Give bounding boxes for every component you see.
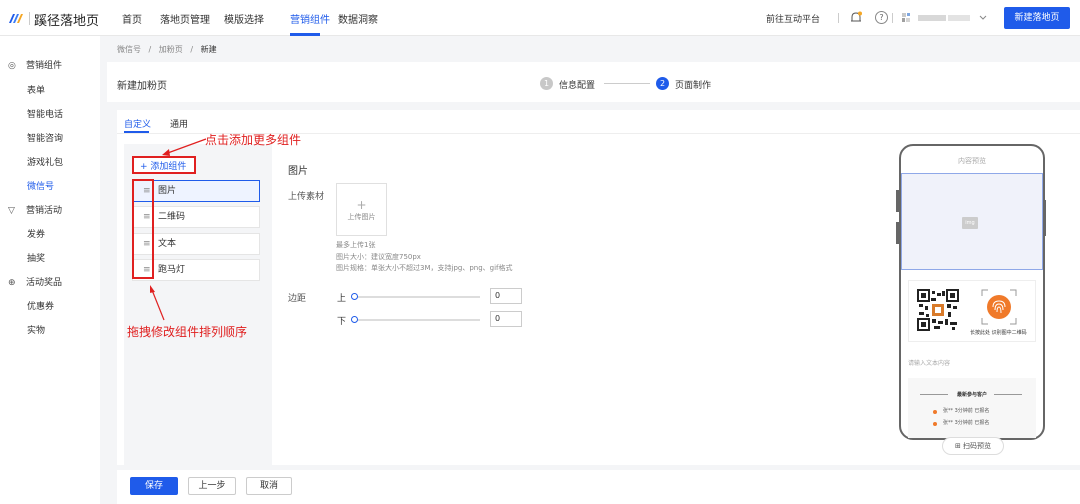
breadcrumb-separator: /	[148, 45, 152, 54]
margin-bottom-input[interactable]: 0	[490, 311, 522, 327]
prev-step-button[interactable]: 上一步	[188, 477, 236, 495]
tab-general[interactable]: 通用	[170, 117, 188, 130]
sidebar-item-smart-consult[interactable]: 智能咨询	[27, 131, 63, 144]
divider	[892, 13, 893, 23]
plus-icon: +	[356, 198, 367, 212]
upload-hint-count: 最多上传1张	[336, 241, 376, 249]
margin-top-label: 上	[337, 294, 347, 304]
target-icon: ◎	[8, 61, 16, 71]
brand-name[interactable]: 蹊径落地页	[34, 10, 99, 29]
breadcrumb-separator: /	[190, 45, 194, 54]
upload-label: 上传素材	[288, 192, 325, 202]
sidebar-item-smart-phone[interactable]: 智能电话	[27, 107, 63, 120]
margin-top-slider[interactable]	[354, 296, 480, 298]
user-account-avatar[interactable]	[900, 11, 990, 25]
scan-preview-button[interactable]: ⊞ 扫码预览	[942, 437, 1004, 455]
qr-code-icon	[917, 289, 959, 331]
upload-hint-size: 图片大小：建议宽度750px	[336, 253, 421, 261]
phone-button	[896, 222, 899, 244]
help-icon[interactable]: ?	[875, 11, 888, 24]
breadcrumb-fan-page[interactable]: 加粉页	[159, 45, 183, 54]
annotation-add-more: 点击添加更多组件	[205, 133, 302, 147]
nav-page-management[interactable]: 落地页管理	[160, 11, 210, 26]
sidebar-item-coupon-issue[interactable]: 发券	[27, 227, 45, 240]
breadcrumb: 微信号 / 加粉页 / 新建	[117, 44, 217, 55]
cup-icon: ▽	[8, 206, 15, 216]
phone-button	[896, 190, 899, 212]
image-placeholder-icon: img	[962, 217, 978, 229]
step-2-number: 2	[656, 77, 669, 90]
top-nav-bar: 蹊径落地页 首页 落地页管理 模版选择 营销组件 数据洞察 前往互动平台 ? 新…	[0, 0, 1080, 36]
margin-bottom-slider[interactable]	[354, 319, 480, 321]
gift-icon: ⊕	[8, 278, 16, 288]
sidebar-item-form[interactable]: 表单	[27, 83, 45, 96]
status-dot	[933, 422, 937, 426]
bell-icon[interactable]	[850, 11, 862, 24]
margin-bottom-label: 下	[337, 317, 347, 327]
qr-scan-icon: ⊞	[954, 442, 964, 450]
sidebar-item-game-gift[interactable]: 游戏礼包	[27, 155, 63, 168]
nav-data-insights[interactable]: 数据洞察	[338, 11, 378, 26]
upload-hint-format: 图片规格：单张大小不超过3M，支持jpg、png、gif格式	[336, 264, 513, 272]
step-1-label: 信息配置	[559, 81, 596, 91]
nav-template-select[interactable]: 模版选择	[224, 11, 264, 26]
status-dot	[933, 410, 937, 414]
margin-top-input[interactable]: 0	[490, 288, 522, 304]
step-1-number: 1	[540, 77, 553, 90]
sidebar-item-lottery[interactable]: 抽奖	[27, 251, 45, 264]
qr-caption: 长按此处 识别图中二维码	[970, 330, 1027, 336]
preview-title: 内容预览	[958, 157, 986, 165]
recent-row: 张** 3分钟前 已报名	[943, 420, 990, 426]
sidebar-item-physical[interactable]: 实物	[27, 323, 45, 336]
margin-top-slider-handle[interactable]	[351, 293, 358, 300]
sidebar-item-coupons[interactable]: 优惠券	[27, 299, 54, 312]
upload-image-button[interactable]: + 上传图片	[336, 183, 387, 236]
fingerprint-icon	[981, 289, 1017, 325]
step-connector	[604, 83, 650, 84]
breadcrumb-wechat[interactable]: 微信号	[117, 45, 141, 54]
step-2-label: 页面制作	[675, 81, 712, 91]
save-button[interactable]: 保存	[130, 477, 178, 495]
nav-home[interactable]: 首页	[122, 11, 142, 26]
divider	[838, 13, 839, 23]
page-title: 新建加粉页	[117, 81, 167, 92]
margin-bottom-slider-handle[interactable]	[351, 316, 358, 323]
sidebar-group-marketing-activities[interactable]: ▽ 营销活动	[8, 203, 62, 216]
sidebar-group-marketing-components[interactable]: ◎ 营销组件	[8, 58, 62, 71]
interactive-platform-link[interactable]: 前往互动平台	[766, 12, 820, 25]
new-landing-page-button[interactable]: 新建落地页	[1004, 7, 1070, 29]
breadcrumb-current: 新建	[200, 45, 217, 54]
recent-customers-title: 最新参与客户	[956, 392, 987, 398]
recent-row: 张** 3分钟前 已报名	[943, 408, 990, 414]
brand-logo-icon	[9, 14, 23, 23]
annotation-arrows	[150, 138, 207, 321]
margin-label: 边距	[288, 294, 307, 304]
preview-text-placeholder[interactable]: 请输入文本内容	[908, 358, 950, 367]
cancel-button[interactable]: 取消	[246, 477, 292, 495]
nav-marketing-components[interactable]: 营销组件	[290, 11, 330, 26]
sidebar-group-activity-prizes[interactable]: ⊕ 活动奖品	[8, 275, 62, 288]
section-title: 图片	[288, 166, 308, 177]
sidebar-item-wechat[interactable]: 微信号	[27, 179, 54, 192]
phone-button	[1043, 200, 1046, 236]
tab-custom[interactable]: 自定义	[124, 117, 151, 130]
logo-divider	[29, 12, 30, 25]
annotation-drag-sort: 拖拽修改组件排列顺序	[127, 325, 248, 339]
